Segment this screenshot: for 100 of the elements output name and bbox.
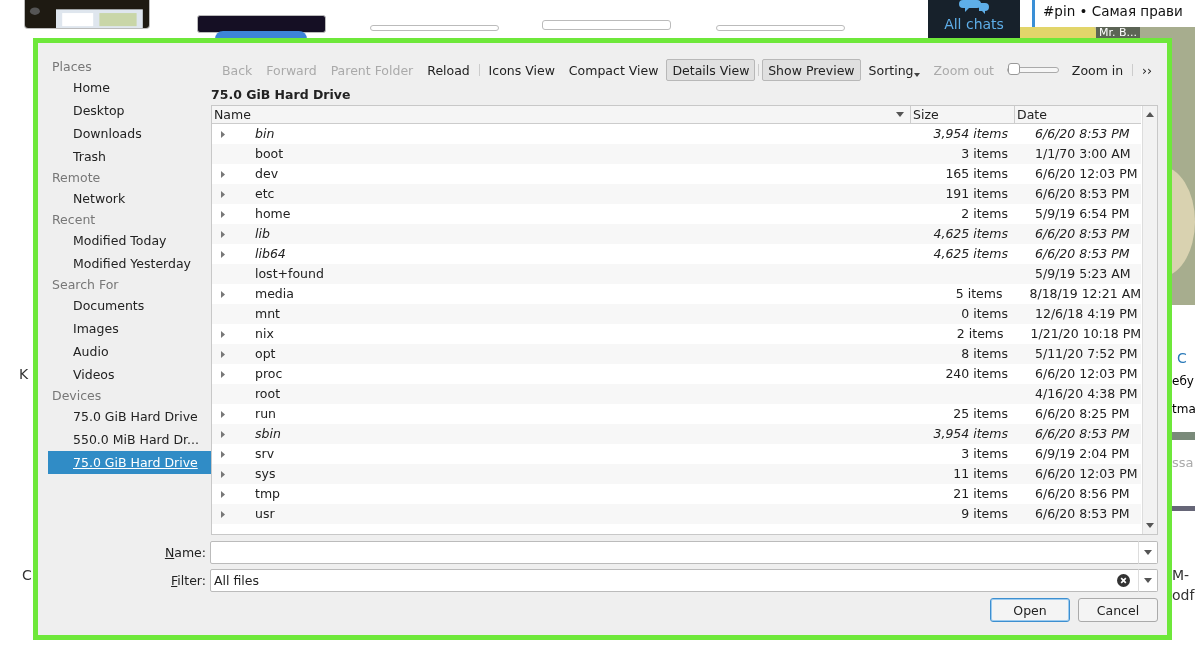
file-name[interactable]: usr [255, 506, 275, 521]
toolbar-button[interactable]: Details View [666, 59, 756, 81]
scroll-up-icon[interactable] [1146, 112, 1154, 117]
expand-arrow-icon[interactable] [221, 511, 225, 518]
table-row[interactable]: lost+found 5/9/19 5:23 AM [212, 264, 1141, 284]
table-row[interactable]: boot 3 items 1/1/70 3:00 AM [212, 144, 1141, 164]
file-name[interactable]: root [255, 386, 281, 401]
sidebar-item[interactable]: Images [48, 317, 214, 340]
scroll-down-icon[interactable] [1146, 523, 1154, 528]
expand-arrow-icon[interactable] [221, 371, 225, 378]
expand-arrow-icon[interactable] [221, 351, 225, 358]
toolbar-button[interactable]: Zoom in [1065, 59, 1130, 81]
sidebar-item[interactable]: Downloads [48, 122, 214, 145]
sidebar-item[interactable]: Trash [48, 145, 214, 168]
file-name[interactable]: opt [255, 346, 276, 361]
file-name[interactable]: nix [255, 326, 274, 341]
name-field[interactable] [210, 541, 1139, 564]
sidebar-item[interactable]: Modified Yesterday [48, 252, 214, 275]
table-row[interactable]: media 5 items 8/18/19 12:21 AM [212, 284, 1141, 304]
file-name[interactable]: boot [255, 146, 284, 161]
expand-arrow-icon[interactable] [221, 451, 225, 458]
filter-field[interactable]: All files [210, 569, 1139, 592]
file-name[interactable]: dev [255, 166, 279, 181]
sorting-menu[interactable]: Sorting [862, 59, 926, 81]
column-header[interactable]: Size [911, 106, 1015, 123]
table-row[interactable]: run 25 items 6/6/20 8:25 PM [212, 404, 1141, 424]
expand-arrow-icon[interactable] [221, 471, 225, 478]
clear-icon[interactable] [1117, 574, 1130, 587]
table-row[interactable]: opt 8 items 5/11/20 7:52 PM [212, 344, 1141, 364]
expand-arrow-icon[interactable] [221, 231, 225, 238]
chat-link[interactable]: C [1177, 350, 1187, 366]
table-row[interactable]: dev 165 items 6/6/20 12:03 PM [212, 164, 1141, 184]
file-name[interactable]: proc [255, 366, 283, 381]
chat-bubbles-icon [959, 0, 989, 14]
expand-arrow-icon[interactable] [221, 331, 225, 338]
table-row[interactable]: root 4/16/20 4:38 PM [212, 384, 1141, 404]
file-name[interactable]: sys [255, 466, 276, 481]
expand-arrow-icon[interactable] [221, 431, 225, 438]
expand-arrow-icon[interactable] [221, 191, 225, 198]
dropdown-button[interactable] [1138, 541, 1158, 564]
expand-arrow-icon[interactable] [221, 291, 225, 298]
file-name[interactable]: home [255, 206, 291, 221]
table-row[interactable]: mnt 0 items 12/6/18 4:19 PM [212, 304, 1141, 324]
sidebar-item[interactable]: 75.0 GiB Hard Drive [48, 451, 214, 474]
dropdown-button[interactable] [1138, 569, 1158, 592]
expand-arrow-icon[interactable] [221, 251, 225, 258]
toolbar-button[interactable]: Reload [421, 59, 476, 81]
sidebar-item[interactable]: Audio [48, 340, 214, 363]
table-row[interactable]: lib64 4,625 items 6/6/20 8:53 PM [212, 244, 1141, 264]
scrollbar[interactable] [1142, 106, 1157, 534]
table-row[interactable]: sbin 3,954 items 6/6/20 8:53 PM [212, 424, 1141, 444]
column-header[interactable]: Name [212, 106, 911, 123]
sidebar-item[interactable]: 75.0 GiB Hard Drive [48, 405, 214, 428]
expand-arrow-icon[interactable] [221, 211, 225, 218]
folder-tab[interactable]: All chats [944, 16, 1004, 32]
sidebar-item[interactable]: Documents [48, 294, 214, 317]
file-name: M- [1172, 567, 1190, 583]
file-name[interactable]: run [255, 406, 276, 421]
sidebar-item[interactable]: 550.0 MiB Hard Dr... [48, 428, 214, 451]
sort-arrow-icon [896, 112, 904, 117]
toolbar-button[interactable]: Icons View [482, 59, 561, 81]
table-row[interactable]: usr 9 items 6/6/20 8:53 PM [212, 504, 1141, 524]
table-row[interactable]: bin 3,954 items 6/6/20 8:53 PM [212, 124, 1141, 144]
sidebar-item[interactable]: Desktop [48, 99, 214, 122]
table-row[interactable]: lib 4,625 items 6/6/20 8:53 PM [212, 224, 1141, 244]
toolbar-button[interactable]: ›› [1136, 59, 1158, 81]
sidebar-item[interactable]: Modified Today [48, 229, 214, 252]
table-row[interactable]: srv 3 items 6/9/19 2:04 PM [212, 444, 1141, 464]
table-row[interactable]: proc 240 items 6/6/20 12:03 PM [212, 364, 1141, 384]
file-name[interactable]: tmp [255, 486, 280, 501]
file-name[interactable]: lib64 [255, 246, 286, 261]
sidebar-item[interactable]: Network [48, 187, 214, 210]
file-name[interactable]: etc [255, 186, 275, 201]
file-name[interactable]: bin [255, 126, 275, 141]
table-row[interactable]: home 2 items 5/9/19 6:54 PM [212, 204, 1141, 224]
expand-arrow-icon[interactable] [221, 411, 225, 418]
message-text: ебу [1172, 374, 1194, 388]
toolbar-button[interactable]: Compact View [562, 59, 665, 81]
file-name[interactable]: media [255, 286, 294, 301]
open-button[interactable]: Open [990, 598, 1070, 622]
expand-arrow-icon[interactable] [221, 171, 225, 178]
table-row[interactable]: etc 191 items 6/6/20 8:53 PM [212, 184, 1141, 204]
message-text: tma [1172, 402, 1195, 416]
cancel-button[interactable]: Cancel [1078, 598, 1158, 622]
file-name[interactable]: sbin [255, 426, 281, 441]
expand-arrow-icon[interactable] [221, 491, 225, 498]
table-row[interactable]: tmp 21 items 6/6/20 8:56 PM [212, 484, 1141, 504]
file-name[interactable]: srv [255, 446, 275, 461]
column-header[interactable]: Date [1015, 106, 1141, 123]
file-name[interactable]: mnt [255, 306, 280, 321]
expand-arrow-icon[interactable] [221, 131, 225, 138]
file-name[interactable]: lost+found [255, 266, 324, 281]
table-row[interactable]: sys 11 items 6/6/20 12:03 PM [212, 464, 1141, 484]
sidebar-item[interactable]: Videos [48, 363, 214, 386]
file-size: 3,954 items [933, 126, 1008, 141]
table-row[interactable]: nix 2 items 1/21/20 10:18 PM [212, 324, 1141, 344]
section-header: Remote [51, 169, 102, 187]
toolbar-button[interactable]: Show Preview [762, 59, 861, 81]
file-date: 6/6/20 12:03 PM [1035, 366, 1138, 381]
file-name[interactable]: lib [255, 226, 270, 241]
